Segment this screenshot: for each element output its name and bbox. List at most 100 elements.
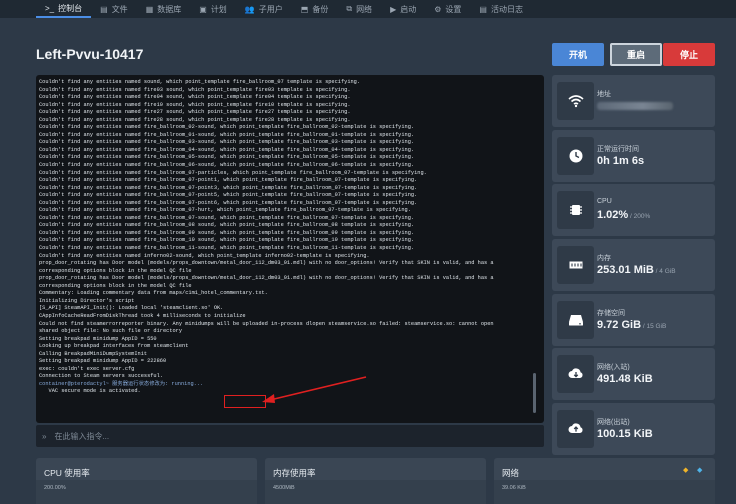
stat-value: 491.48 KiB: [597, 373, 653, 385]
gear-icon: ⚙: [434, 4, 442, 14]
tab-label: 启动: [400, 4, 417, 14]
console-line: Couldn't find any entities named fire_ba…: [39, 131, 415, 138]
graph-area: [494, 480, 715, 504]
console-line: Initializing Director's script: [39, 297, 135, 304]
graph-axis-max: 200.00%: [44, 485, 66, 491]
cpu-icon: [557, 191, 594, 229]
tab-label: 设置: [445, 4, 462, 14]
stat-value-main: 1.02%: [597, 209, 629, 221]
stat-label: 内存: [597, 255, 611, 262]
console-scrollbar[interactable]: [533, 373, 536, 413]
users-icon: 👥: [244, 4, 255, 14]
console-line: Couldn't find any entities named fire10 …: [39, 101, 351, 108]
console-output[interactable]: Couldn't find any entities named sound, …: [36, 75, 544, 423]
stat-value: 100.15 KiB: [597, 428, 653, 440]
start-button[interactable]: 开机: [552, 43, 604, 66]
command-input[interactable]: » 在此输入指令...: [36, 425, 544, 447]
stat-label: 网络(出站): [597, 419, 630, 426]
console-line: Couldn't find any entities named fire_ba…: [39, 124, 415, 131]
tab-activity[interactable]: ▤ 活动日志: [470, 0, 532, 18]
console-line: Couldn't find any entities named fire03 …: [39, 86, 351, 93]
stat-card-network-out: 网络(出站) 100.15 KiB: [552, 403, 715, 455]
stat-value: 0h 1m 6s: [597, 155, 644, 167]
graph-title: CPU 使用率: [44, 468, 90, 478]
clock-icon: [557, 137, 594, 175]
stat-label: 正常运行时间: [597, 146, 639, 153]
console-line: Couldn't find any entities named fire_ba…: [39, 146, 415, 153]
console-line: Couldn't find any entities named fire_ba…: [39, 245, 415, 252]
stat-label: 地址: [597, 91, 611, 98]
tab-startup[interactable]: ▶ 启动: [381, 0, 425, 18]
tab-label: 文件: [111, 4, 128, 14]
play-icon: ▶: [390, 4, 397, 14]
stat-card-address: 地址: [552, 75, 715, 127]
console-line: Couldn't find any entities named fire_ba…: [39, 237, 415, 244]
console-line: Couldn't find any entities named fire_ba…: [39, 184, 418, 191]
top-navigation: >_ 控制台 ▤ 文件 ▦ 数据库 ▣ 计划 👥 子用户 ⬒ 备份 ⧉ 网络 ▶ 启动 ⚙ 设置 …: [0, 0, 736, 18]
tab-console[interactable]: >_ 控制台: [36, 0, 92, 18]
stat-value: 1.02% / 200%: [597, 209, 650, 221]
calendar-icon: ▣: [199, 4, 207, 14]
server-name: Left-Pvvu-10417: [36, 46, 144, 62]
stat-value-limit: / 4 GiB: [653, 268, 676, 275]
command-placeholder: 在此输入指令...: [54, 431, 110, 441]
chevron-right-icon: »: [42, 431, 47, 441]
tab-label: 备份: [312, 4, 329, 14]
console-line: Couldn't find any entities named fire_ba…: [39, 192, 418, 199]
console-line: Looking up breakpad interfaces from stea…: [39, 343, 189, 350]
console-line: Couldn't find any entities named fire_ba…: [39, 162, 415, 169]
tab-network[interactable]: ⧉ 网络: [337, 0, 381, 18]
stat-value-main: 491.48 KiB: [597, 373, 653, 385]
stat-value: 9.72 GiB / 15 GiB: [597, 319, 666, 331]
stat-value-main: 0h 1m 6s: [597, 155, 645, 167]
folder-icon: ▤: [100, 4, 108, 14]
tab-users[interactable]: 👥 子用户: [236, 0, 292, 18]
graph-title: 网络: [502, 468, 520, 478]
log-icon: ▤: [479, 4, 487, 14]
stat-label: CPU: [597, 198, 612, 205]
console-line: Couldn't find any entities named fire_ba…: [39, 139, 415, 146]
console-line: prop_door_rotating has Door model (model…: [39, 275, 494, 282]
cloud-upload-icon: [557, 410, 594, 448]
tab-schedules[interactable]: ▣ 计划: [190, 0, 236, 18]
inbound-legend-icon: ◆: [683, 467, 689, 474]
tab-backups[interactable]: ⬒ 备份: [292, 0, 338, 18]
stat-card-cpu: CPU 1.02% / 200%: [552, 184, 715, 236]
console-line: Couldn't find any entities named sound, …: [39, 79, 361, 85]
stat-card-storage: 存储空间 9.72 GiB / 15 GiB: [552, 294, 715, 346]
hdd-icon: [557, 301, 594, 339]
console-line: Couldn't find any entities named fire_ba…: [39, 207, 411, 214]
tab-label: 控制台: [58, 3, 83, 13]
graph-axis-max: 4500MiB: [273, 485, 295, 491]
console-line: [S_API] SteamAPI_Init(): Loaded local 's…: [39, 305, 224, 312]
database-icon: ▦: [145, 4, 154, 14]
tab-label: 网络: [356, 4, 373, 14]
tab-settings[interactable]: ⚙ 设置: [425, 0, 470, 18]
wifi-icon: [557, 82, 594, 120]
network-graph: 网络 39.06 KiB ◆ ◆: [494, 458, 715, 504]
console-line: Setting breakpad minidump AppID = 550: [39, 335, 157, 342]
stat-value: 253.01 MiB / 4 GiB: [597, 264, 676, 276]
graph-area: [36, 480, 257, 504]
console-line: Couldn't find any entities named fire27 …: [39, 109, 351, 116]
graph-title: 内存使用率: [273, 468, 316, 478]
console-line: Could not find steamerrorreporter binary…: [39, 320, 494, 327]
stat-card-uptime: 正常运行时间 0h 1m 6s: [552, 130, 715, 182]
graph-axis-max: 39.06 KiB: [502, 485, 526, 491]
stat-value-main: 9.72 GiB: [597, 319, 642, 331]
cpu-usage-graph: CPU 使用率 200.00%: [36, 458, 257, 504]
console-line: Couldn't find any entities named fire04 …: [39, 94, 351, 101]
console-line: Couldn't find any entities named fire_ba…: [39, 177, 418, 184]
tab-databases[interactable]: ▦ 数据库: [137, 0, 191, 18]
tab-label: 活动日志: [490, 4, 523, 14]
stat-label: 存储空间: [597, 310, 625, 317]
restart-button[interactable]: 重启: [610, 43, 662, 66]
tab-files[interactable]: ▤ 文件: [91, 0, 137, 18]
memory-icon: [557, 246, 594, 284]
stop-button[interactable]: 停止: [663, 43, 715, 66]
console-line: Couldn't find any entities named fire_ba…: [39, 169, 427, 176]
tab-label: 子用户: [258, 4, 283, 14]
stat-value-limit: / 200%: [628, 213, 651, 220]
console-line: Couldn't find any entities named fire_ba…: [39, 222, 415, 229]
console-line: Couldn't find any entities named fire_ba…: [39, 154, 415, 161]
